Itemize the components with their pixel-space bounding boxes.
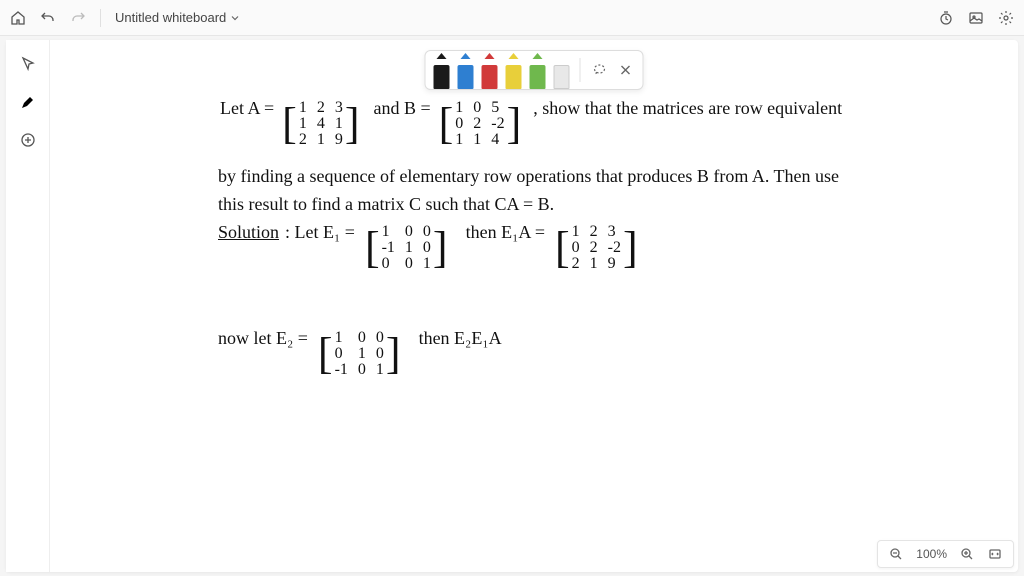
matrix-B: [ 105 02-2 114 ] <box>435 98 526 150</box>
ink-line-3: this result to find a matrix C such that… <box>218 194 554 215</box>
ink-text: Let A = <box>220 98 274 119</box>
app-root: Untitled whiteboard <box>0 0 1024 576</box>
main-area: Let A = [ 123 141 219 ] and B = [ 105 02… <box>6 40 1018 572</box>
fit-screen-icon[interactable] <box>987 546 1003 562</box>
pen-tool[interactable] <box>18 92 38 112</box>
pen-yellow[interactable] <box>506 59 522 89</box>
ink-line-5: now let E₂ = [ 100 010 -101 ] then E₂E₁A <box>218 328 502 380</box>
add-tool[interactable] <box>18 130 38 150</box>
redo-icon <box>70 10 86 26</box>
matrix-E1A: [ 123 02-2 219 ] <box>551 222 642 274</box>
zoom-in-icon[interactable] <box>959 546 975 562</box>
matrix-A: [ 123 141 219 ] <box>278 98 363 150</box>
ink-text: then E₂E₁A <box>419 328 502 349</box>
titlebar-right <box>938 10 1014 26</box>
settings-icon[interactable] <box>998 10 1014 26</box>
ink-solution-label: Solution <box>218 222 279 243</box>
divider <box>580 58 581 82</box>
tool-rail <box>6 40 50 572</box>
pen-black[interactable] <box>434 59 450 89</box>
chevron-down-icon <box>230 13 240 23</box>
image-icon[interactable] <box>968 10 984 26</box>
ink-line-1: Let A = [ 123 141 219 ] and B = [ 105 02… <box>220 98 842 150</box>
ink-line-2: by finding a sequence of elementary row … <box>218 166 839 187</box>
ink-text: : Let E₁ = <box>285 222 355 243</box>
lasso-icon[interactable] <box>591 61 609 79</box>
zoom-out-icon[interactable] <box>888 546 904 562</box>
pointer-tool[interactable] <box>18 54 38 74</box>
ink-text: , show that the matrices are row equival… <box>533 98 842 119</box>
matrix-E2: [ 100 010 -101 ] <box>314 328 405 380</box>
ink-text: now let E₂ = <box>218 328 308 349</box>
document-title-text: Untitled whiteboard <box>115 10 226 25</box>
whiteboard-canvas[interactable]: Let A = [ 123 141 219 ] and B = [ 105 02… <box>50 40 1018 572</box>
home-icon[interactable] <box>10 10 26 26</box>
timer-icon[interactable] <box>938 10 954 26</box>
pen-green[interactable] <box>530 59 546 89</box>
zoom-bar: 100% <box>877 540 1014 568</box>
pen-blue[interactable] <box>458 59 474 89</box>
zoom-level: 100% <box>916 547 947 561</box>
document-title[interactable]: Untitled whiteboard <box>115 10 240 25</box>
ink-line-4: Solution : Let E₁ = [ 100 -110 001 ] the… <box>218 222 642 274</box>
titlebar-left: Untitled whiteboard <box>10 9 240 27</box>
undo-icon[interactable] <box>40 10 56 26</box>
ink-text: and B = <box>373 98 430 119</box>
titlebar: Untitled whiteboard <box>0 0 1024 36</box>
pen-red[interactable] <box>482 59 498 89</box>
close-icon[interactable] <box>617 61 635 79</box>
ink-text: then E₁A = <box>466 222 545 243</box>
pen-highlighter[interactable] <box>554 65 570 89</box>
pen-palette <box>425 50 644 90</box>
divider <box>100 9 101 27</box>
matrix-E1: [ 100 -110 001 ] <box>361 222 452 274</box>
